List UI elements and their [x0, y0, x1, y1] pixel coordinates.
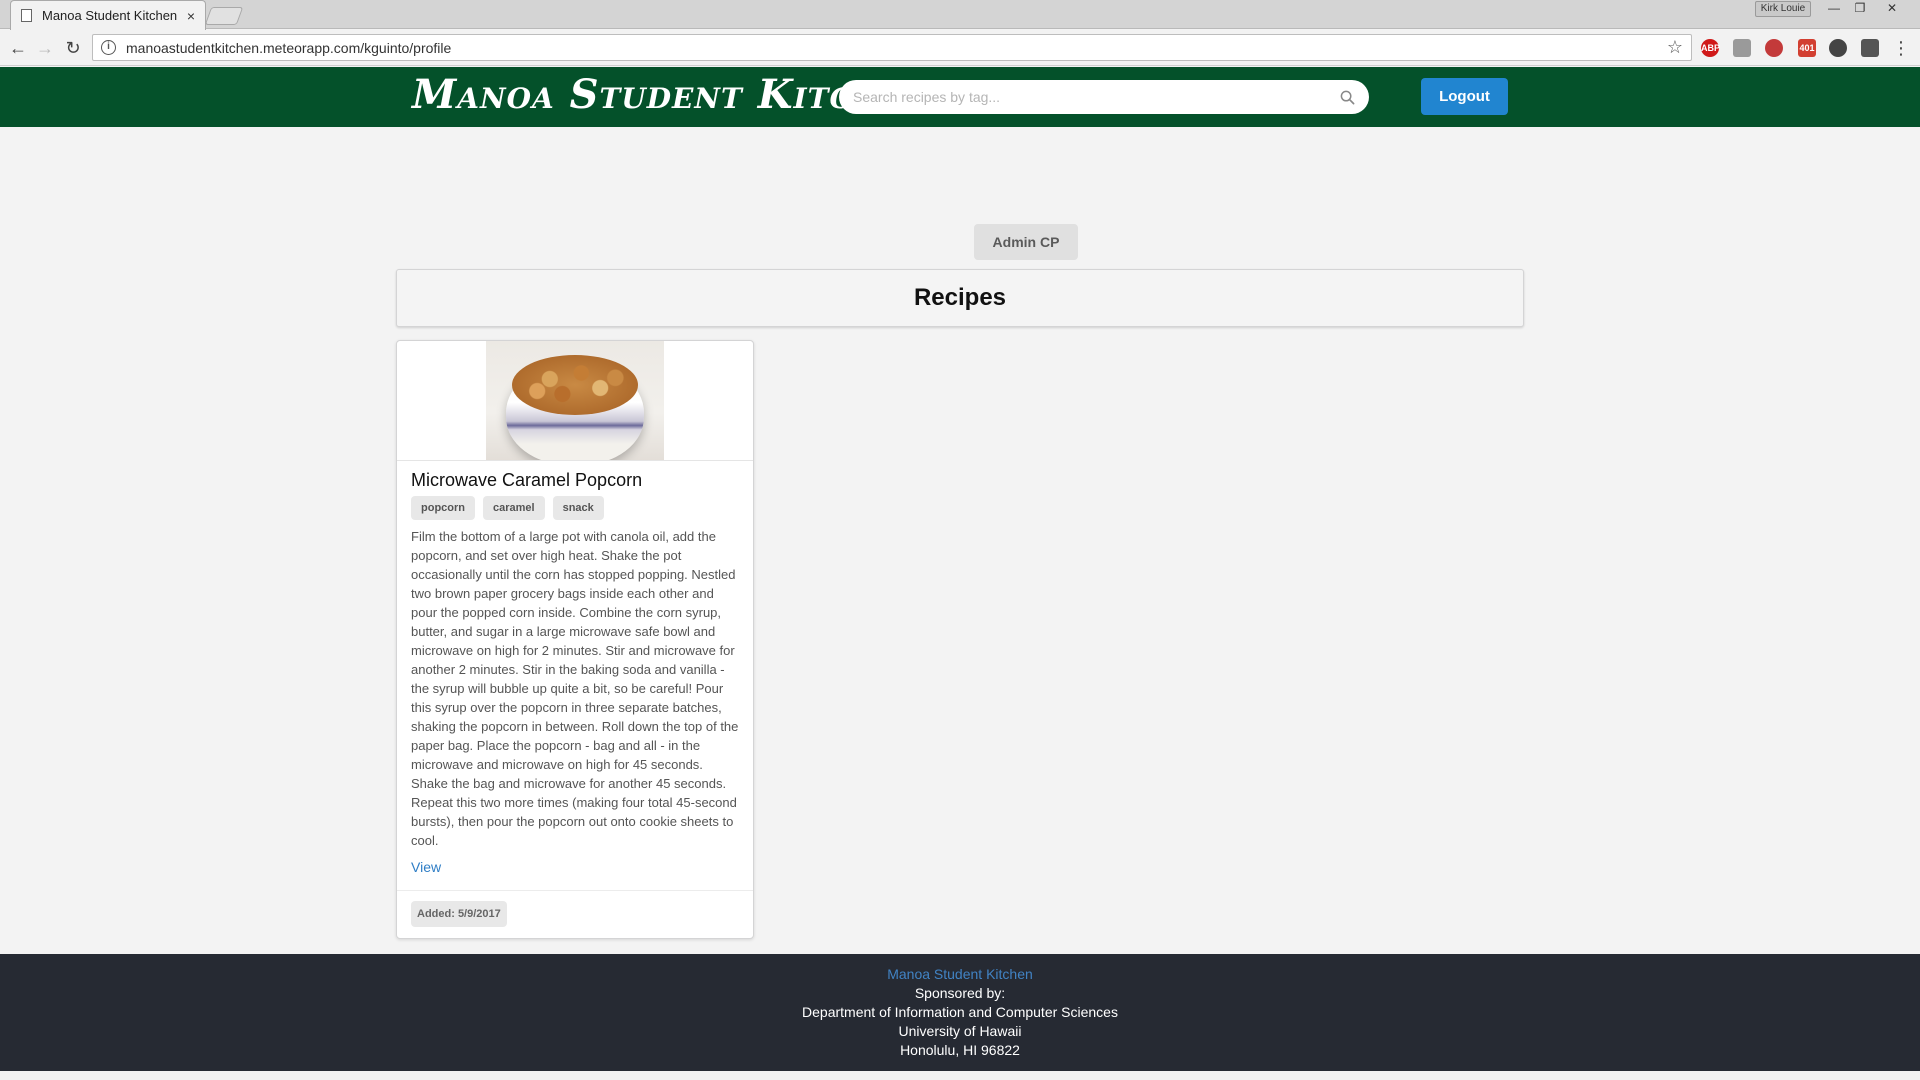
popcorn-shape	[512, 355, 638, 415]
footer-university: University of Hawaii	[898, 1023, 1022, 1039]
extension-icon[interactable]	[1733, 39, 1751, 57]
tag-label[interactable]: caramel	[483, 496, 545, 520]
recipe-card: Microwave Caramel Popcorn popcorn carame…	[396, 340, 754, 939]
bookmark-star-icon[interactable]: ☆	[1667, 37, 1683, 58]
added-date-label: Added: 5/9/2017	[411, 901, 507, 927]
logout-button[interactable]: Logout	[1421, 78, 1508, 115]
card-divider	[397, 890, 753, 891]
recipe-image	[397, 341, 753, 461]
extension-icon[interactable]	[1861, 39, 1879, 57]
footer-site-link[interactable]: Manoa Student Kitchen	[0, 965, 1920, 984]
tag-label[interactable]: popcorn	[411, 496, 475, 520]
footer-sponsored: Sponsored by:	[914, 985, 1006, 1001]
footer-address: Honolulu, HI 96822	[900, 1042, 1020, 1058]
browser-toolbar: ← → ↻ i manoastudentkitchen.meteorapp.co…	[0, 30, 1920, 66]
adblock-plus-icon[interactable]: ABP	[1701, 39, 1720, 57]
restore-icon[interactable]: ❐	[1848, 0, 1872, 18]
view-recipe-link[interactable]: View	[411, 859, 441, 875]
admin-cp-button[interactable]: Admin CP	[974, 224, 1078, 260]
reload-icon[interactable]: ↻	[60, 35, 86, 61]
tab-title: Manoa Student Kitchen	[42, 8, 178, 23]
recipe-description: Film the bottom of a large pot with cano…	[411, 529, 739, 848]
info-icon[interactable]: i	[101, 40, 116, 55]
extension-icon[interactable]	[1765, 39, 1783, 57]
search-icon[interactable]	[1340, 90, 1355, 105]
minimize-icon[interactable]: —	[1822, 0, 1846, 18]
bottom-strip	[0, 1071, 1920, 1080]
window-close-icon[interactable]: ✕	[1880, 0, 1904, 18]
back-arrow-icon[interactable]: ←	[5, 35, 31, 61]
browser-tab-strip: Manoa Student Kitchen × Kirk Louie — ❐ ✕	[0, 0, 1920, 30]
popcorn-photo	[486, 341, 664, 460]
new-tab-button[interactable]	[204, 7, 244, 25]
page-icon	[21, 9, 32, 22]
address-bar[interactable]: i manoastudentkitchen.meteorapp.com/kgui…	[92, 34, 1692, 61]
extension-icon[interactable]	[1829, 39, 1847, 57]
recipe-tags: popcorn caramel snack	[411, 496, 604, 520]
profile-button[interactable]: Kirk Louie	[1755, 1, 1811, 17]
search-input[interactable]: Search recipes by tag...	[839, 80, 1369, 114]
site-footer: Manoa Student Kitchen Sponsored by: Depa…	[0, 954, 1920, 1071]
tab-close-icon[interactable]: ×	[187, 8, 195, 24]
footer-department: Department of Information and Computer S…	[802, 1004, 1118, 1020]
menu-kebab-icon[interactable]: ⋮	[1888, 35, 1914, 61]
browser-tab[interactable]: Manoa Student Kitchen ×	[10, 0, 206, 30]
forward-arrow-icon[interactable]: →	[32, 35, 58, 61]
tag-label[interactable]: snack	[552, 496, 604, 520]
recipes-heading: Recipes	[396, 269, 1524, 327]
site-header: Manoa Student Kitchen Search recipes by …	[0, 67, 1920, 127]
search-placeholder[interactable]: Search recipes by tag...	[853, 89, 1340, 105]
gmail-notifier-icon[interactable]: 401	[1798, 39, 1816, 57]
url-text[interactable]: manoastudentkitchen.meteorapp.com/kguint…	[126, 40, 1667, 56]
recipe-title: Microwave Caramel Popcorn	[411, 470, 643, 490]
